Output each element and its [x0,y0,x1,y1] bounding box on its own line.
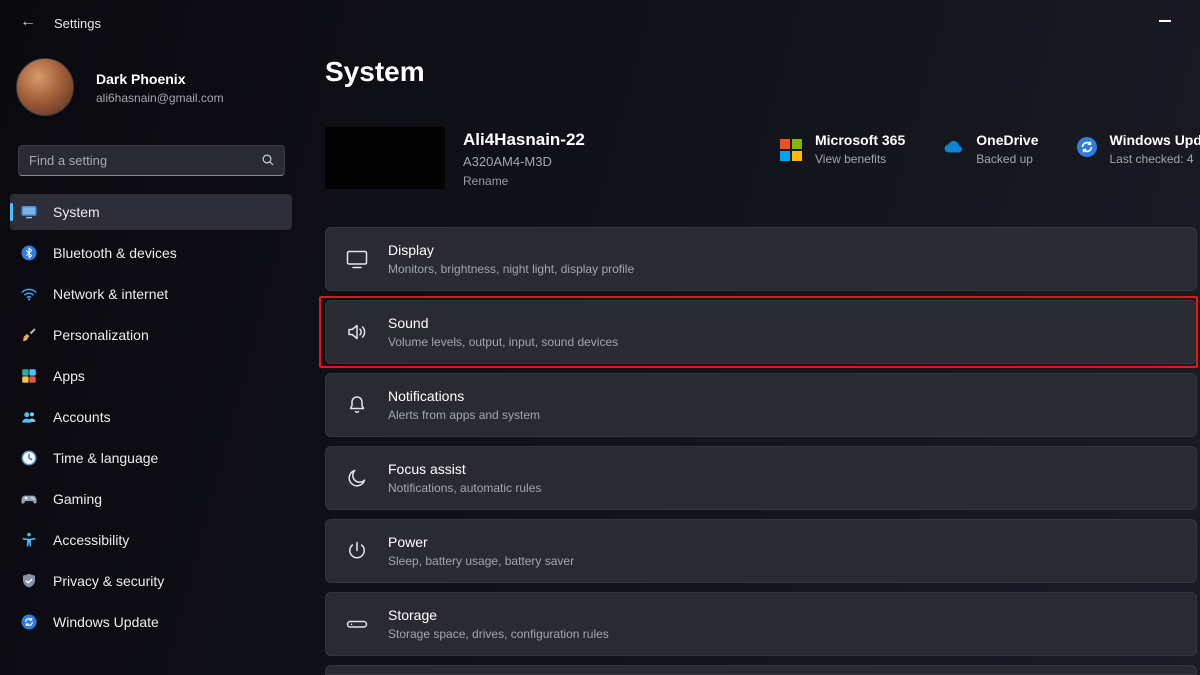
storage-icon [345,612,369,636]
avatar [16,58,74,116]
minimize-icon [1159,20,1171,22]
sidebar-item-system[interactable]: System [10,194,292,230]
sound-icon [345,320,369,344]
search-input[interactable] [18,145,285,176]
sidebar-item-label: Bluetooth & devices [53,245,177,261]
sidebar-item-privacy-security[interactable]: Privacy & security [10,563,292,599]
settings-row-display[interactable]: Display Monitors, brightness, night ligh… [325,227,1197,291]
row-subtitle: Sleep, battery usage, battery saver [388,554,574,568]
rename-link[interactable]: Rename [463,174,508,188]
minimize-button[interactable] [1148,8,1182,34]
settings-row-power[interactable]: Power Sleep, battery usage, battery save… [325,519,1197,583]
row-subtitle: Monitors, brightness, night light, displ… [388,262,634,276]
card-title: Windows Update [1110,132,1200,148]
status-cards: Microsoft 365 View benefits OneDrive Bac… [780,132,1200,166]
row-title: Storage [388,607,609,623]
sidebar-item-accessibility[interactable]: Accessibility [10,522,292,558]
sidebar-item-windows-update[interactable]: Windows Update [10,604,292,640]
sidebar-item-label: Privacy & security [53,573,164,589]
sidebar-item-label: Accessibility [53,532,129,548]
device-name: Ali4Hasnain-22 [463,130,585,150]
update-icon [20,613,38,631]
sidebar-item-apps[interactable]: Apps [10,358,292,394]
row-subtitle: Volume levels, output, input, sound devi… [388,335,618,349]
display-icon [345,247,369,271]
system-icon [20,203,38,221]
sidebar-nav: System Bluetooth & devices Network & int… [10,194,292,645]
bell-icon [345,393,369,417]
card-subtitle: Backed up [976,152,1038,166]
settings-list: Display Monitors, brightness, night ligh… [325,227,1197,675]
brush-icon [20,326,38,344]
power-icon [345,539,369,563]
clock-icon [20,449,38,467]
sidebar-item-label: Network & internet [53,286,168,302]
search-box [18,145,285,176]
wifi-icon [20,285,38,303]
shield-icon [20,572,38,590]
sidebar-item-label: Accounts [53,409,111,425]
row-title: Power [388,534,574,550]
device-model: A320AM4-M3D [463,154,552,169]
sidebar-item-gaming[interactable]: Gaming [10,481,292,517]
card-title: Microsoft 365 [815,132,905,148]
accessibility-icon [20,531,38,549]
gamepad-icon [20,490,38,508]
accounts-icon [20,408,38,426]
settings-row-sound[interactable]: Sound Volume levels, output, input, soun… [325,300,1197,364]
back-button[interactable]: ← [14,10,42,34]
sidebar-item-label: System [53,204,100,220]
row-subtitle: Alerts from apps and system [388,408,540,422]
row-title: Sound [388,315,618,331]
card-subtitle: View benefits [815,152,905,166]
onedrive-icon [941,135,965,159]
titlebar: ← Settings [0,0,1200,44]
card-subtitle: Last checked: 4 [1110,152,1200,166]
sidebar-item-label: Time & language [53,450,158,466]
page-title: System [325,56,425,88]
card-onedrive[interactable]: OneDrive Backed up [941,132,1038,166]
card-title: OneDrive [976,132,1038,148]
sidebar: Dark Phoenix ali6hasnain@gmail.com Syste… [0,44,302,675]
microsoft-365-icon [780,135,804,159]
sidebar-item-bluetooth-devices[interactable]: Bluetooth & devices [10,235,292,271]
settings-row-notifications[interactable]: Notifications Alerts from apps and syste… [325,373,1197,437]
sidebar-item-personalization[interactable]: Personalization [10,317,292,353]
device-header: Ali4Hasnain-22 A320AM4-M3D Rename Micros… [325,127,1200,189]
apps-icon [20,367,38,385]
settings-row-partial[interactable] [325,665,1197,675]
profile[interactable]: Dark Phoenix ali6hasnain@gmail.com [16,58,286,120]
sidebar-item-network-internet[interactable]: Network & internet [10,276,292,312]
sidebar-item-label: Windows Update [53,614,159,630]
card-microsoft-365[interactable]: Microsoft 365 View benefits [780,132,905,166]
row-title: Display [388,242,634,258]
sidebar-item-label: Gaming [53,491,102,507]
search-icon [260,152,276,168]
window-title: Settings [54,16,101,31]
windows-update-icon [1075,135,1099,159]
settings-row-focus-assist[interactable]: Focus assist Notifications, automatic ru… [325,446,1197,510]
sidebar-item-label: Apps [53,368,85,384]
sidebar-item-accounts[interactable]: Accounts [10,399,292,435]
bluetooth-icon [20,244,38,262]
profile-name: Dark Phoenix [96,71,185,87]
row-title: Notifications [388,388,540,404]
sidebar-item-time-language[interactable]: Time & language [10,440,292,476]
row-subtitle: Notifications, automatic rules [388,481,541,495]
moon-icon [345,466,369,490]
device-thumbnail [325,127,445,189]
profile-email: ali6hasnain@gmail.com [96,91,224,105]
settings-row-storage[interactable]: Storage Storage space, drives, configura… [325,592,1197,656]
sidebar-item-label: Personalization [53,327,149,343]
card-windows-update[interactable]: Windows Update Last checked: 4 [1075,132,1200,166]
row-subtitle: Storage space, drives, configuration rul… [388,627,609,641]
row-title: Focus assist [388,461,541,477]
main-content: System Ali4Hasnain-22 A320AM4-M3D Rename… [325,44,1200,675]
